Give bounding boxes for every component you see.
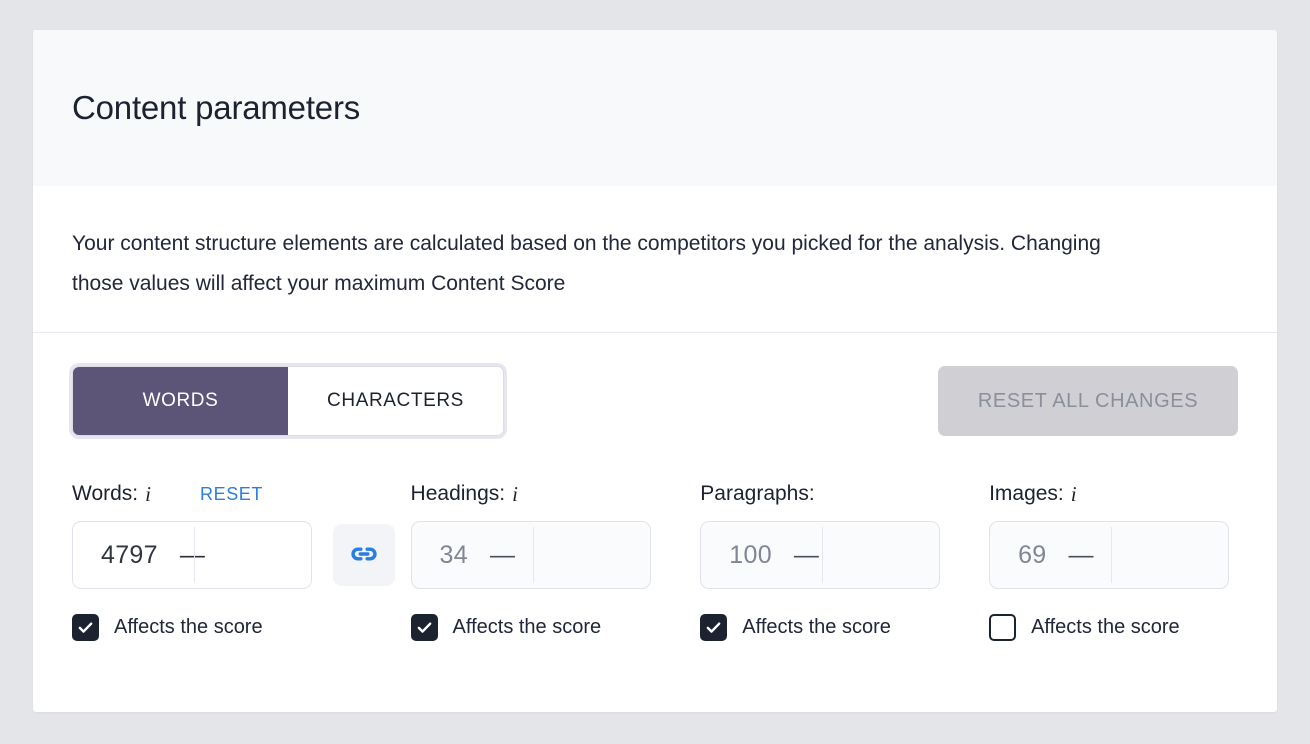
info-italic-icon[interactable]: i [145,482,151,507]
card-header: Content parameters [33,30,1277,186]
images-input-dash: — [1068,540,1094,569]
words-input-value: 4797 [101,540,158,569]
tab-words[interactable]: WORDS [73,367,288,435]
headings-input-value: 34 [439,540,468,569]
field-images-input-row: 69 — [989,521,1238,589]
field-paragraphs-label: Paragraphs: [700,482,815,505]
headings-affects-score-checkbox[interactable] [410,614,438,641]
field-headings-label: Headings: [410,482,506,505]
page-title: Content parameters [72,89,361,126]
images-affects-score-row[interactable]: Affects the score [989,614,1238,641]
paragraphs-affects-score-row[interactable]: Affects the score [700,614,989,641]
check-icon [706,622,721,633]
controls-section: WORDS CHARACTERS RESET ALL CHANGES Words… [33,333,1277,641]
field-paragraphs-label-row: Paragraphs: [700,481,989,507]
field-headings-input-row: 34 — [410,521,701,589]
paragraphs-input-dash: — [793,540,819,569]
paragraphs-input-divider [822,527,824,583]
words-input[interactable]: 4797 — [72,521,312,589]
chain-link-icon [348,538,380,573]
field-images-label: Images: [989,482,1064,505]
headings-affects-score-label: Affects the score [452,616,602,638]
fields-row: Words: i RESET 4797 — Affects the score … [72,481,1238,641]
paragraphs-affects-score-checkbox[interactable] [700,614,728,641]
words-input-dash: — [179,540,205,569]
toolbar-row: WORDS CHARACTERS RESET ALL CHANGES [72,366,1238,436]
images-affects-score-checkbox[interactable] [989,614,1017,641]
unit-segmented-control[interactable]: WORDS CHARACTERS [72,366,504,436]
words-affects-score-label: Affects the score [114,616,263,638]
paragraphs-affects-score-label: Affects the score [742,616,891,638]
field-paragraphs-input-row: 100 — [700,521,989,589]
field-words-label: Words: [72,482,139,505]
field-words-input-row: 4797 — [72,521,411,589]
field-images-label-row: Images: i [989,481,1238,507]
field-words: Words: i RESET 4797 — Affects the score [72,481,411,641]
tab-characters[interactable]: CHARACTERS [288,367,503,435]
paragraphs-input[interactable]: 100 — [700,521,941,589]
reset-words-link[interactable]: RESET [200,484,263,505]
reset-all-changes-button[interactable]: RESET ALL CHANGES [938,366,1238,436]
images-input-value: 69 [1018,540,1047,569]
field-headings: Headings: i 34 — Affects the score [410,481,701,641]
words-affects-score-row[interactable]: Affects the score [72,614,411,641]
headings-input-dash: — [489,540,515,569]
images-input-divider [1111,527,1113,583]
headings-input-divider [532,527,534,583]
paragraphs-input-value: 100 [729,540,772,569]
info-italic-icon[interactable]: i [1071,482,1077,507]
field-headings-label-row: Headings: i [411,481,701,507]
images-input[interactable]: 69 — [989,521,1230,589]
words-input-divider [194,527,195,583]
chain-link-icon-button[interactable] [333,524,395,586]
headings-affects-score-row[interactable]: Affects the score [410,614,701,641]
card-description: Your content structure elements are calc… [72,232,1101,295]
headings-input[interactable]: 34 — [410,521,651,589]
content-parameters-card: Content parameters Your content structur… [33,30,1277,712]
check-icon [417,622,431,633]
images-affects-score-label: Affects the score [1031,616,1180,638]
check-icon [78,622,93,633]
info-italic-icon[interactable]: i [512,482,518,507]
words-affects-score-checkbox[interactable] [72,614,99,641]
field-words-label-row: Words: i RESET [72,481,411,507]
field-paragraphs: Paragraphs: 100 — Affects the score [700,481,989,641]
field-images: Images: i 69 — Affects the score [989,481,1238,641]
